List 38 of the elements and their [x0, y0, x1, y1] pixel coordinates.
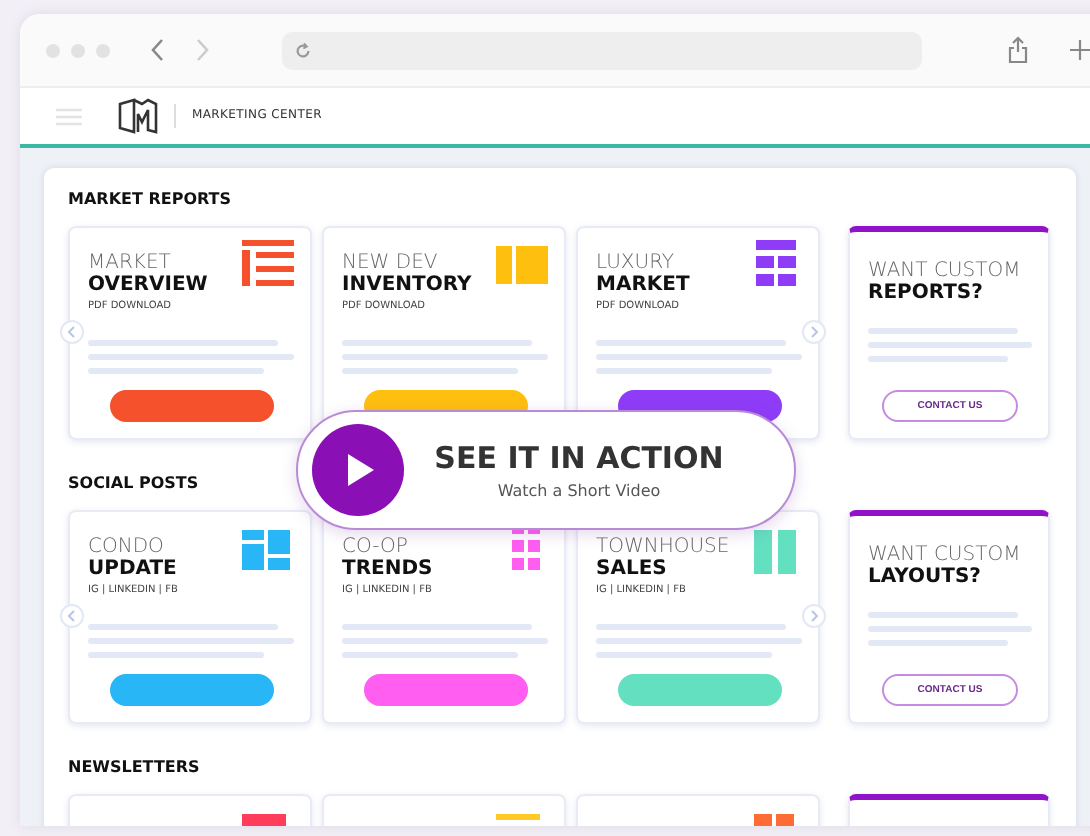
section-title: SOCIAL POSTS	[68, 474, 199, 496]
play-icon[interactable]	[312, 424, 404, 516]
card-title-light: MARKET	[88, 252, 173, 274]
section-title: MARKET REPORTS	[68, 190, 232, 212]
chevron-right-icon[interactable]	[802, 320, 826, 344]
download-button[interactable]	[109, 390, 273, 422]
section-title: NEWSLETTERS	[68, 758, 200, 780]
chevron-left-icon[interactable]	[60, 604, 84, 628]
card-title-light: CONDO	[88, 536, 166, 558]
download-button[interactable]	[109, 674, 273, 706]
card-title-light: CO-OP	[342, 536, 410, 558]
card-title-light: LUXURY	[596, 252, 676, 274]
watch-video-tooltip[interactable]: SEE IT IN ACTION Watch a Short Video	[296, 410, 796, 530]
video-title: SEE IT IN ACTION	[434, 440, 724, 476]
card-title-bold: UPDATE	[88, 558, 179, 580]
share-icon[interactable]	[1008, 36, 1028, 64]
reload-icon[interactable]	[294, 41, 312, 59]
window-controls-icon[interactable]	[46, 43, 110, 57]
card-title-light: WANT CUSTOM	[868, 544, 1023, 566]
card-title-bold: TRENDS	[342, 558, 435, 580]
chevron-left-icon[interactable]	[60, 320, 84, 344]
menu-icon[interactable]	[56, 107, 82, 125]
forward-icon[interactable]	[194, 38, 210, 62]
card-title-light: NEW DEV	[342, 252, 440, 274]
card-title-bold: OVERVIEW	[88, 274, 210, 296]
logo-icon	[118, 98, 158, 134]
card-title-light: WANT CUSTOM	[868, 260, 1023, 282]
card-title-bold: REPORTS?	[868, 282, 985, 304]
chevron-right-icon[interactable]	[802, 604, 826, 628]
back-icon[interactable]	[150, 38, 166, 62]
card-title-bold: LAYOUTS?	[868, 566, 983, 588]
plus-icon[interactable]	[1070, 40, 1090, 60]
card-title-light: TOWNHOUSE	[596, 536, 732, 558]
video-subtitle: Watch a Short Video	[497, 482, 661, 500]
card-title-bold: MARKET	[596, 274, 692, 296]
card-title-bold: SALES	[596, 558, 669, 580]
card-title-bold: INVENTORY	[342, 274, 474, 296]
download-button[interactable]	[363, 674, 527, 706]
